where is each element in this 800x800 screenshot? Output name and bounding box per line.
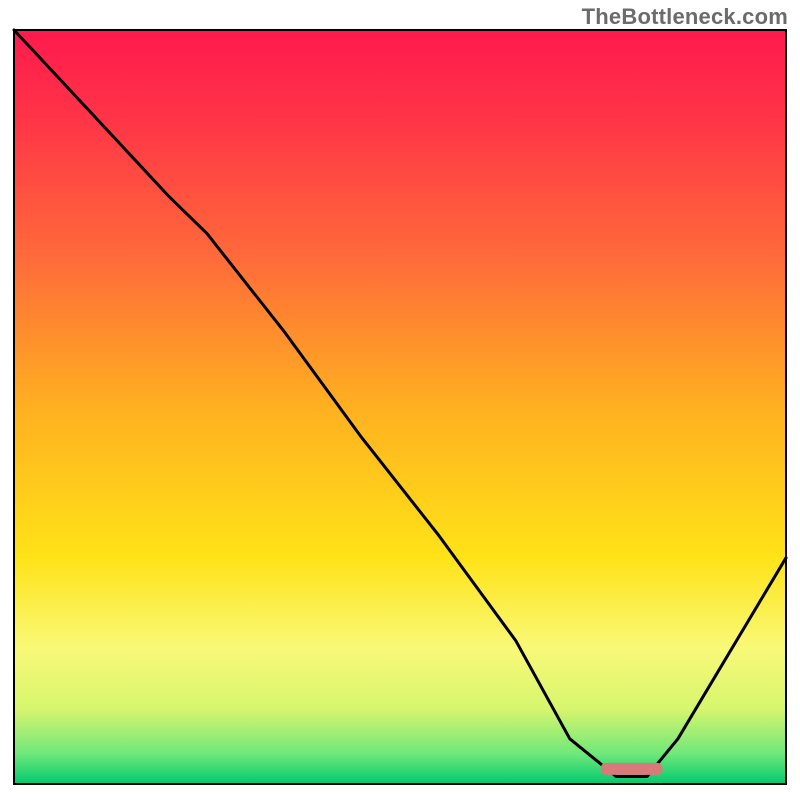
- bottleneck-chart: [0, 0, 800, 800]
- optimal-range-bar: [601, 763, 663, 775]
- plot-background: [14, 30, 786, 784]
- chart-container: TheBottleneck.com: [0, 0, 800, 800]
- watermark-text: TheBottleneck.com: [582, 4, 788, 30]
